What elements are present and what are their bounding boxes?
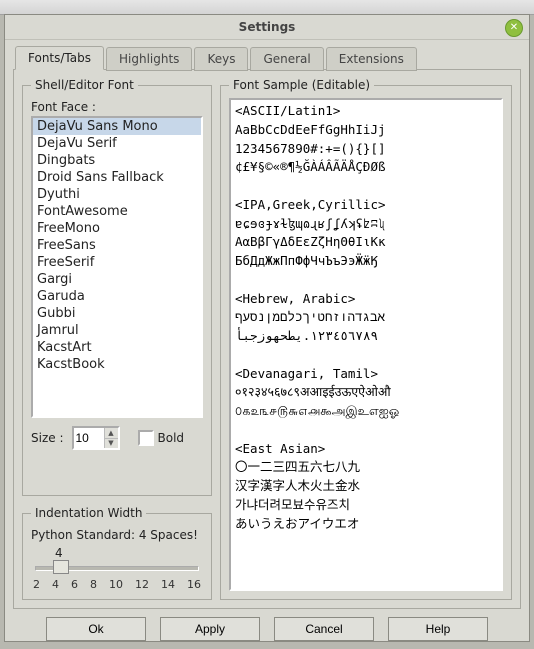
tab-keys[interactable]: Keys [194,47,248,71]
tick: 16 [187,578,201,591]
shell-editor-font-group: Shell/Editor Font Font Face : DejaVu San… [22,78,212,496]
indentation-width-legend: Indentation Width [31,506,146,520]
tab-fonts-tabs[interactable]: Fonts/Tabs [15,46,104,70]
font-option[interactable]: Gargi [33,271,201,288]
shell-editor-font-legend: Shell/Editor Font [31,78,138,92]
font-option[interactable]: KacstBook [33,356,201,373]
indent-value: 4 [55,546,63,560]
tick: 10 [109,578,123,591]
font-size-row: Size : ▲ ▼ Bold [31,426,203,450]
checkbox-box-icon[interactable] [138,430,154,446]
tick: 12 [135,578,149,591]
tab-highlights[interactable]: Highlights [106,47,192,71]
titlebar: Settings ✕ [5,15,529,40]
tick: 8 [90,578,97,591]
settings-window: Settings ✕ Fonts/Tabs Highlights Keys Ge… [4,14,530,642]
tab-page-fonts: Shell/Editor Font Font Face : DejaVu San… [13,69,521,609]
font-option[interactable]: DejaVu Sans Mono [33,118,201,135]
apply-button[interactable]: Apply [160,617,260,641]
font-option[interactable]: Dingbats [33,152,201,169]
desktop-background-strip [0,0,534,15]
font-face-listbox[interactable]: DejaVu Sans Mono DejaVu Serif Dingbats D… [31,116,203,418]
slider-thumb[interactable] [53,560,69,574]
font-face-label: Font Face : [31,100,203,114]
dialog-button-row: Ok Apply Cancel Help [13,617,521,641]
tab-general[interactable]: General [250,47,323,71]
tab-bar: Fonts/Tabs Highlights Keys General Exten… [13,46,521,70]
tick: 4 [52,578,59,591]
tick: 14 [161,578,175,591]
size-spinner[interactable]: ▲ ▼ [72,426,120,450]
tab-extensions[interactable]: Extensions [326,47,417,71]
client-area: Fonts/Tabs Highlights Keys General Exten… [5,40,529,649]
tick: 6 [71,578,78,591]
font-option[interactable]: Garuda [33,288,201,305]
font-option[interactable]: FontAwesome [33,203,201,220]
font-option[interactable]: FreeMono [33,220,201,237]
font-sample-group: Font Sample (Editable) [220,78,512,600]
font-option[interactable]: Gubbi [33,305,201,322]
size-input[interactable] [74,428,104,448]
indent-slider[interactable]: 4 2 4 6 8 10 12 14 [31,546,203,591]
font-option[interactable]: Droid Sans Fallback [33,169,201,186]
size-label: Size : [31,431,64,445]
font-option[interactable]: Dyuthi [33,186,201,203]
tick: 2 [33,578,40,591]
close-icon[interactable]: ✕ [505,19,523,37]
python-standard-label: Python Standard: 4 Spaces! [31,528,203,542]
size-down-icon[interactable]: ▼ [104,439,118,449]
left-column: Shell/Editor Font Font Face : DejaVu San… [22,78,212,600]
font-option[interactable]: Jamrul [33,322,201,339]
ok-button[interactable]: Ok [46,617,146,641]
font-sample-textarea[interactable] [229,98,503,591]
font-sample-legend: Font Sample (Editable) [229,78,374,92]
right-column: Font Sample (Editable) [220,78,512,600]
slider-ticks: 2 4 6 8 10 12 14 16 [33,578,201,591]
cancel-button[interactable]: Cancel [274,617,374,641]
help-button[interactable]: Help [388,617,488,641]
font-option[interactable]: KacstArt [33,339,201,356]
font-option[interactable]: FreeSans [33,237,201,254]
font-option[interactable]: DejaVu Serif [33,135,201,152]
size-up-icon[interactable]: ▲ [104,428,118,439]
bold-label: Bold [158,431,185,445]
window-title: Settings [239,20,296,34]
indentation-width-group: Indentation Width Python Standard: 4 Spa… [22,506,212,600]
font-option[interactable]: FreeSerif [33,254,201,271]
bold-checkbox[interactable]: Bold [138,430,185,446]
